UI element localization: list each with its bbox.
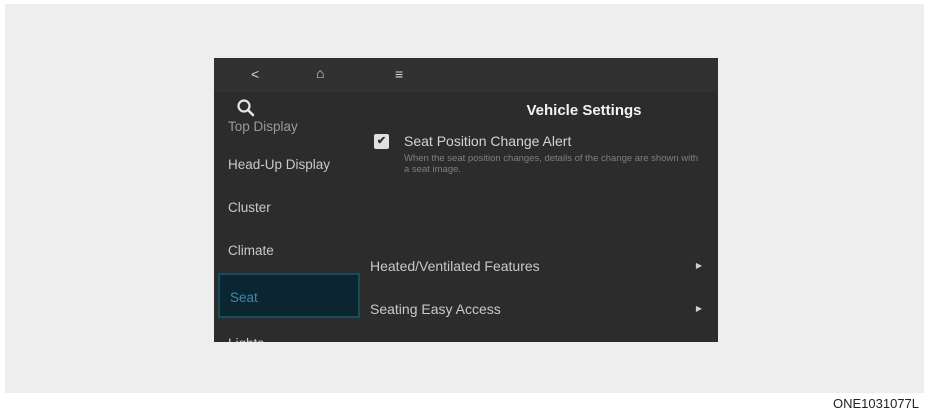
menu-item-label: Heated/Ventilated Features [370,258,540,274]
sidebar-item-lights[interactable]: Lights [218,323,360,342]
seat-position-alert-label: Seat Position Change Alert [404,133,572,149]
chevron-right-icon: ▶ [695,261,702,270]
sidebar-item-head-up-display[interactable]: Head-Up Display [218,144,360,186]
seat-position-alert-checkbox[interactable]: ✔ [374,134,389,149]
settings-content: ✔ Seat Position Change Alert When the se… [360,118,718,342]
menu-item-label: Seating Easy Access [370,301,501,317]
figure-code: ONE1031077L [832,396,919,411]
sidebar-item-climate[interactable]: Climate [218,230,360,272]
sidebar: Top Display Head-Up Display Cluster Clim… [214,118,360,342]
menu-icon[interactable]: ≡ [395,66,403,82]
home-icon[interactable]: ⌂ [316,65,324,81]
back-icon[interactable]: < [251,66,259,82]
sidebar-item-cluster[interactable]: Cluster [218,187,360,229]
page-title: Vehicle Settings [526,102,642,119]
menu-item-heated-ventilated[interactable]: Heated/Ventilated Features ▶ [370,249,712,283]
chevron-right-icon: ▶ [695,304,702,313]
search-icon[interactable] [236,98,256,118]
seat-position-alert-description: When the seat position changes, details … [404,153,699,175]
top-bar: < ⌂ ≡ [214,58,718,92]
infotainment-screen: < ⌂ ≡ Vehicle Settings Top Display Head-… [214,58,718,342]
menu-item-seating-easy-access[interactable]: Seating Easy Access ▶ [370,292,712,326]
sidebar-item-seat[interactable]: Seat [218,273,360,318]
